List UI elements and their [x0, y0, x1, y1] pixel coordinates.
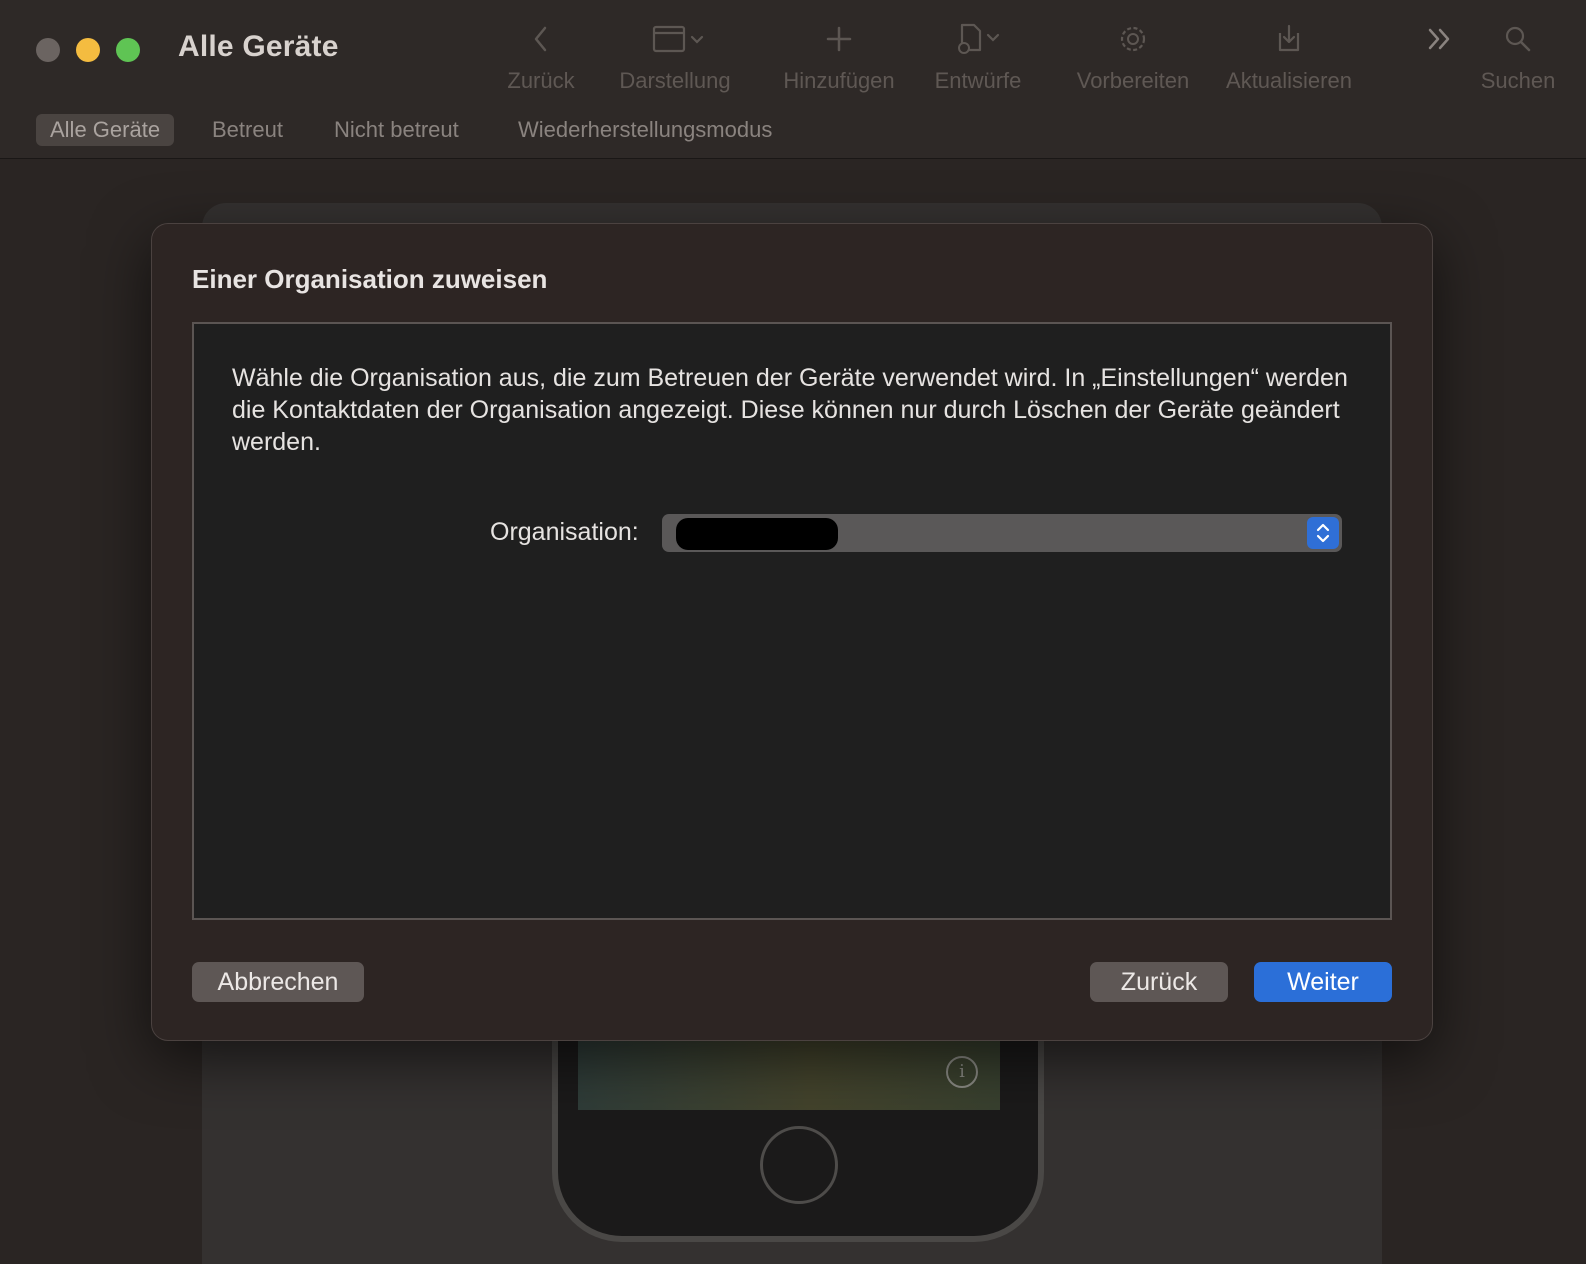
search-icon: [1476, 18, 1560, 60]
organization-label: Organisation:: [490, 518, 639, 546]
toolbar-back-button[interactable]: Zurück: [500, 18, 582, 94]
toolbar-drafts-button[interactable]: Entwürfe: [926, 18, 1030, 94]
toolbar-drafts-label: Entwürfe: [934, 68, 1022, 93]
assign-organization-dialog: Einer Organisation zuweisen Wähle die Or…: [152, 224, 1432, 1040]
toolbar-prepare-label: Vorbereiten: [1076, 68, 1190, 93]
download-tray-icon: [1220, 18, 1358, 60]
tab-supervised[interactable]: Betreut: [198, 114, 297, 146]
dialog-content-box: Wähle die Organisation aus, die zum Betr…: [192, 322, 1392, 920]
app-window: Alle Geräte Zurück Darstellung Hinzufüge…: [0, 0, 1586, 1264]
gear-icon: [1070, 18, 1196, 60]
dialog-title: Einer Organisation zuweisen: [192, 264, 548, 294]
toolbar-overflow-button[interactable]: [1420, 18, 1460, 60]
tab-unsupervised[interactable]: Nicht betreut: [320, 114, 473, 146]
document-gear-icon: [926, 18, 1030, 60]
toolbar-search-button[interactable]: Suchen: [1476, 18, 1560, 94]
organization-popup-button[interactable]: [662, 514, 1342, 552]
tab-all-devices[interactable]: Alle Geräte: [36, 114, 175, 146]
toolbar-search-label: Suchen: [1480, 68, 1556, 93]
toolbar-view-button[interactable]: Darstellung: [610, 18, 740, 94]
toolbar-view-label: Darstellung: [619, 68, 731, 93]
home-button-graphic: [760, 1126, 838, 1204]
info-icon[interactable]: i: [946, 1056, 978, 1088]
toolbar-update-button[interactable]: Aktualisieren: [1220, 18, 1358, 94]
window-title: Alle Geräte: [178, 30, 339, 63]
dialog-description: Wähle die Organisation aus, die zum Betr…: [232, 364, 1348, 456]
organization-selected-value-redacted: [676, 518, 838, 550]
popup-up-down-chevron-icon: [1307, 517, 1339, 549]
next-button[interactable]: Weiter: [1254, 962, 1392, 1002]
toolbar-add-label: Hinzufügen: [783, 68, 895, 93]
filter-tab-bar: Alle Geräte Betreut Nicht betreut Wieder…: [0, 108, 1586, 159]
tab-recovery-mode[interactable]: Wiederherstellungsmodus: [504, 114, 786, 146]
back-button[interactable]: Zurück: [1090, 962, 1228, 1002]
toolbar-update-label: Aktualisieren: [1226, 68, 1352, 93]
maximize-window-button[interactable]: [116, 38, 140, 62]
toolbar-add-button[interactable]: Hinzufügen: [776, 18, 902, 94]
toolbar-back-label: Zurück: [507, 68, 575, 93]
close-window-button[interactable]: [36, 38, 60, 62]
chevron-left-icon: [500, 18, 582, 60]
plus-icon: [776, 18, 902, 60]
titlebar: Alle Geräte Zurück Darstellung Hinzufüge…: [0, 0, 1586, 108]
toolbar-prepare-button[interactable]: Vorbereiten: [1070, 18, 1196, 94]
device-screen: i: [578, 1040, 1000, 1110]
minimize-window-button[interactable]: [76, 38, 100, 62]
window-layout-icon: [610, 18, 740, 60]
more-chevrons-icon: [1420, 18, 1460, 60]
cancel-button[interactable]: Abbrechen: [192, 962, 364, 1002]
